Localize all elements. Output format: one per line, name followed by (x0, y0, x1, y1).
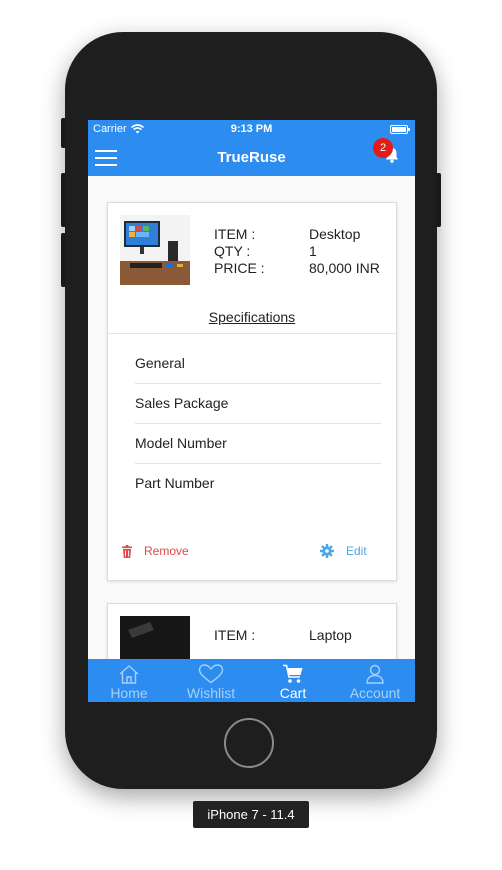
heart-icon (198, 664, 224, 684)
cart-item-card: ITEM : Desktop QTY : 1 PRICE : 80,000 IN… (107, 202, 397, 581)
item-value: Laptop (309, 627, 352, 643)
product-image (120, 215, 190, 285)
device-caption: iPhone 7 - 11.4 (193, 801, 309, 828)
user-icon (366, 664, 384, 684)
tab-account-label: Account (349, 685, 401, 701)
spec-item-sales-package[interactable]: Sales Package (135, 383, 381, 424)
nav-bar: TrueRuse (88, 140, 415, 176)
tab-cart[interactable]: Cart (252, 659, 334, 702)
cart-icon (283, 664, 303, 683)
cart-list[interactable]: ITEM : Desktop QTY : 1 PRICE : 80,000 IN… (88, 176, 415, 659)
item-value: Desktop (309, 226, 361, 242)
remove-label: Remove (144, 544, 189, 558)
app-title: TrueRuse (217, 149, 286, 166)
cart-item-card: ITEM : Laptop (107, 603, 397, 659)
app-screen: Carrier 9:13 PM TrueRuse 2 ITEM: Deskto… (88, 120, 415, 702)
spec-item-part-number[interactable]: Part Number (135, 463, 381, 503)
status-time: 9:13 PM (230, 123, 273, 135)
price-value: 80,000 INR (309, 260, 380, 276)
remove-button[interactable]: Remove (122, 544, 189, 558)
tab-home[interactable]: Home (88, 659, 170, 702)
tab-wishlist-label: Wishlist (186, 685, 236, 701)
price-label: PRICE : (214, 260, 265, 276)
edit-button[interactable]: Edit (320, 544, 367, 558)
tab-cart-label: Cart (279, 685, 307, 701)
product-image (120, 616, 190, 659)
volume-up-button (61, 173, 66, 227)
tab-home-label: Home (110, 685, 148, 701)
mute-switch (61, 118, 66, 148)
notification-badge[interactable]: 2 (373, 138, 393, 158)
home-icon (119, 665, 139, 684)
spec-item-model-number[interactable]: Model Number (135, 423, 381, 464)
edit-label: Edit (346, 544, 367, 558)
home-button[interactable] (224, 718, 274, 768)
item-label: ITEM : (214, 226, 256, 242)
qty-value: 1 (309, 243, 317, 259)
card-divider (108, 333, 396, 334)
status-bar: Carrier 9:13 PM (88, 120, 415, 140)
spec-item-general[interactable]: General (135, 343, 381, 384)
tab-account[interactable]: Account (334, 659, 415, 702)
power-button (436, 173, 441, 227)
battery-icon (390, 125, 410, 134)
item-label: ITEM : (214, 627, 256, 643)
tab-wishlist[interactable]: Wishlist (170, 659, 252, 702)
trash-icon (122, 544, 132, 558)
specifications-title[interactable]: Specifications (108, 309, 396, 325)
gear-icon (320, 544, 334, 558)
tab-bar: Home Wishlist Cart Account (88, 659, 415, 702)
qty-label: QTY : (214, 243, 251, 259)
volume-down-button (61, 233, 66, 287)
